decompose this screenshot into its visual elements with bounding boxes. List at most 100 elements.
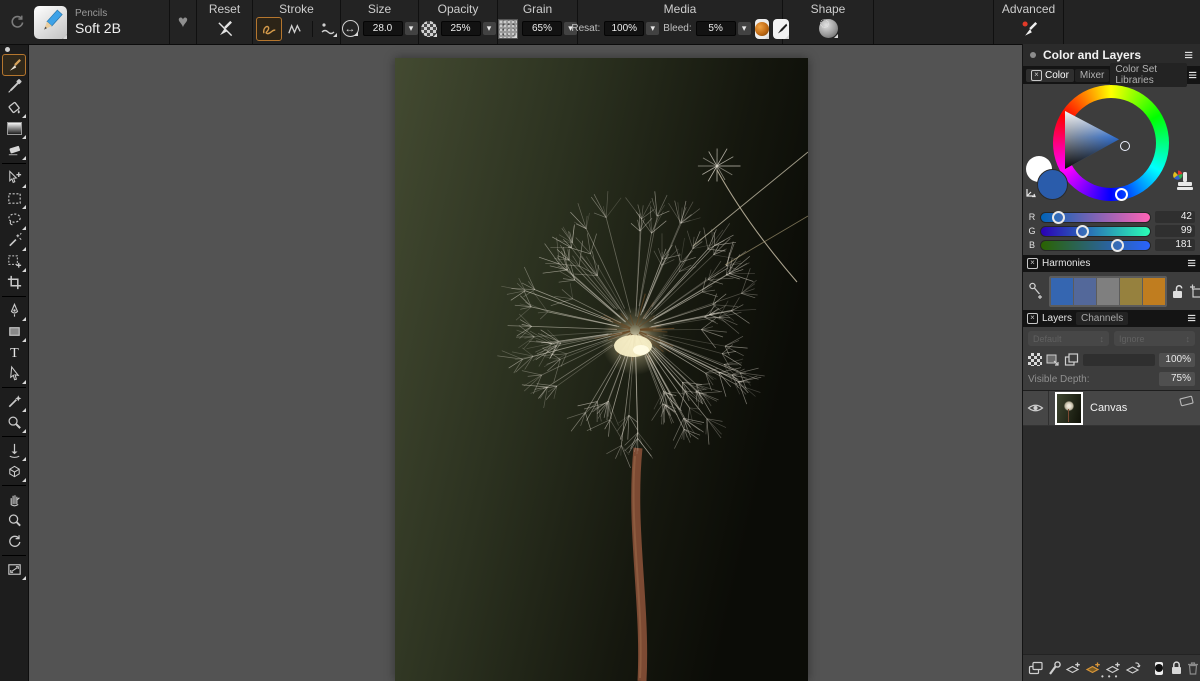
shape-dab-icon[interactable] xyxy=(819,19,838,38)
bleed-dropdown[interactable]: 5% ▾ xyxy=(696,21,751,36)
advanced-brush-settings-button[interactable] xyxy=(1019,19,1039,39)
green-slider[interactable] xyxy=(1040,226,1151,237)
harmony-swatch[interactable] xyxy=(1051,278,1073,305)
grain-value[interactable]: 65% xyxy=(522,21,562,36)
rectangle-shape-tool[interactable] xyxy=(2,321,26,342)
media-oil-icon[interactable] xyxy=(755,19,769,39)
tab-layers[interactable]: Layers xyxy=(1042,313,1072,324)
red-value[interactable]: 42 xyxy=(1155,211,1195,223)
main-color-swatch[interactable] xyxy=(1037,169,1068,200)
layer-name[interactable]: Canvas xyxy=(1090,402,1127,414)
restore-default-brush-icon[interactable] xyxy=(8,13,26,31)
harmony-swatch[interactable] xyxy=(1074,278,1096,305)
bleed-value[interactable]: 5% xyxy=(696,21,736,36)
new-layer-icon[interactable] xyxy=(1065,660,1082,676)
eraser-tool[interactable] xyxy=(2,139,26,160)
lock-layer-icon[interactable] xyxy=(1170,660,1183,676)
tab-channels[interactable]: Channels xyxy=(1076,312,1128,325)
size-value[interactable]: 28.0 xyxy=(363,21,403,36)
delete-layer-icon[interactable] xyxy=(1186,660,1200,676)
fit-to-screen-tool[interactable] xyxy=(2,559,26,580)
paint-bucket-tool[interactable] xyxy=(2,97,26,118)
layer-opacity-slider[interactable] xyxy=(1083,354,1155,366)
reset-brush-button[interactable] xyxy=(215,19,235,39)
text-tool[interactable]: T xyxy=(2,342,26,363)
green-value[interactable]: 99 xyxy=(1155,225,1195,237)
close-layers-icon[interactable]: × xyxy=(1027,313,1038,324)
harmonies-header[interactable]: × Harmonies ≡ xyxy=(1023,255,1200,272)
divine-proportion-tool[interactable] xyxy=(2,440,26,461)
hue-selector[interactable] xyxy=(1115,188,1128,201)
stroke-freehand-button[interactable] xyxy=(256,17,282,41)
convert-layer-icon[interactable] xyxy=(1125,660,1142,676)
harmony-swatch[interactable] xyxy=(1143,278,1165,305)
more-commands-dots[interactable]: ••• xyxy=(1101,672,1121,681)
shape-selection-tool[interactable] xyxy=(2,363,26,384)
harmony-unlock-icon[interactable] xyxy=(1171,283,1185,300)
color-tab-menu-icon[interactable]: ≡ xyxy=(1188,68,1197,83)
panel-menu-icon[interactable]: ≡ xyxy=(1184,48,1193,63)
swap-colors-icon[interactable] xyxy=(1025,186,1038,199)
tab-mixer[interactable]: Mixer xyxy=(1075,69,1109,82)
harmony-add-icon[interactable] xyxy=(1189,283,1200,300)
size-dropdown[interactable]: 28.0 ▾ xyxy=(363,21,418,36)
grabber-hand-tool[interactable] xyxy=(2,489,26,510)
layer-mask-icon[interactable] xyxy=(1155,662,1163,675)
rectangular-selection-tool[interactable] xyxy=(2,188,26,209)
bleed-dropdown-arrow[interactable]: ▾ xyxy=(738,22,751,35)
opacity-value[interactable]: 25% xyxy=(441,21,481,36)
preserve-transparency-icon[interactable] xyxy=(1028,353,1042,366)
transform-selection-tool[interactable] xyxy=(2,251,26,272)
layer-commands-icon[interactable] xyxy=(1028,660,1044,676)
grain-dropdown[interactable]: 65% ▾ xyxy=(522,21,577,36)
red-slider[interactable] xyxy=(1040,212,1151,223)
opacity-dropdown[interactable]: 25% ▾ xyxy=(441,21,496,36)
blue-slider[interactable] xyxy=(1040,240,1151,251)
favorite-heart-icon[interactable]: ♥ xyxy=(169,0,188,44)
layer-thumbnail[interactable] xyxy=(1055,392,1083,425)
harmony-swatch[interactable] xyxy=(1097,278,1119,305)
opacity-icon[interactable] xyxy=(421,21,437,37)
stroke-options-button[interactable] xyxy=(312,21,337,37)
green-slider-knob[interactable] xyxy=(1076,225,1089,238)
resat-dropdown[interactable]: 100% ▾ xyxy=(604,21,659,36)
duplicate-layers-icon[interactable] xyxy=(1064,353,1079,367)
harmony-picker-icon[interactable] xyxy=(1027,281,1045,301)
opacity-dropdown-arrow[interactable]: ▾ xyxy=(483,22,496,35)
gradient-tool[interactable] xyxy=(2,118,26,139)
brush-variant-thumbnail[interactable] xyxy=(34,6,67,39)
perspective-grid-tool[interactable] xyxy=(2,461,26,482)
canvas[interactable] xyxy=(395,58,808,681)
stroke-straight-button[interactable] xyxy=(286,21,303,38)
kaleidoscope-tool[interactable] xyxy=(2,412,26,433)
color-set-stamp-icon[interactable] xyxy=(1172,170,1194,194)
resat-value[interactable]: 100% xyxy=(604,21,644,36)
blue-value[interactable]: 181 xyxy=(1155,239,1195,251)
layer-move-tool[interactable] xyxy=(2,167,26,188)
close-tab-icon[interactable]: × xyxy=(1031,70,1042,81)
size-dropdown-arrow[interactable]: ▾ xyxy=(405,22,418,35)
lasso-tool[interactable] xyxy=(2,209,26,230)
dynamic-plugins-icon[interactable] xyxy=(1047,660,1062,676)
rotate-page-tool[interactable] xyxy=(2,531,26,552)
harmonies-menu-icon[interactable]: ≡ xyxy=(1187,256,1196,271)
tab-color[interactable]: × Color xyxy=(1026,69,1074,82)
grain-texture-icon[interactable] xyxy=(498,19,518,39)
magnifier-tool[interactable] xyxy=(2,510,26,531)
resat-dropdown-arrow[interactable]: ▾ xyxy=(646,22,659,35)
pickup-underlying-icon[interactable] xyxy=(1046,353,1060,367)
layer-visibility-eye-icon[interactable] xyxy=(1027,401,1044,415)
sv-selector[interactable] xyxy=(1120,141,1130,151)
layer-opacity-value[interactable]: 100% xyxy=(1159,353,1195,367)
brush-selector[interactable]: Pencils Soft 2B ♥ xyxy=(0,0,196,44)
magic-wand-tool[interactable] xyxy=(2,230,26,251)
mirror-painting-tool[interactable] xyxy=(2,391,26,412)
brush-tool[interactable] xyxy=(2,54,26,76)
red-slider-knob[interactable] xyxy=(1052,211,1065,224)
close-harmonies-icon[interactable]: × xyxy=(1027,258,1038,269)
layer-list[interactable]: Canvas xyxy=(1023,390,1200,654)
layer-row-canvas[interactable]: Canvas xyxy=(1023,391,1200,426)
media-brush-loading-icon[interactable] xyxy=(773,19,789,39)
dropper-tool[interactable] xyxy=(2,76,26,97)
blue-slider-knob[interactable] xyxy=(1111,239,1124,252)
